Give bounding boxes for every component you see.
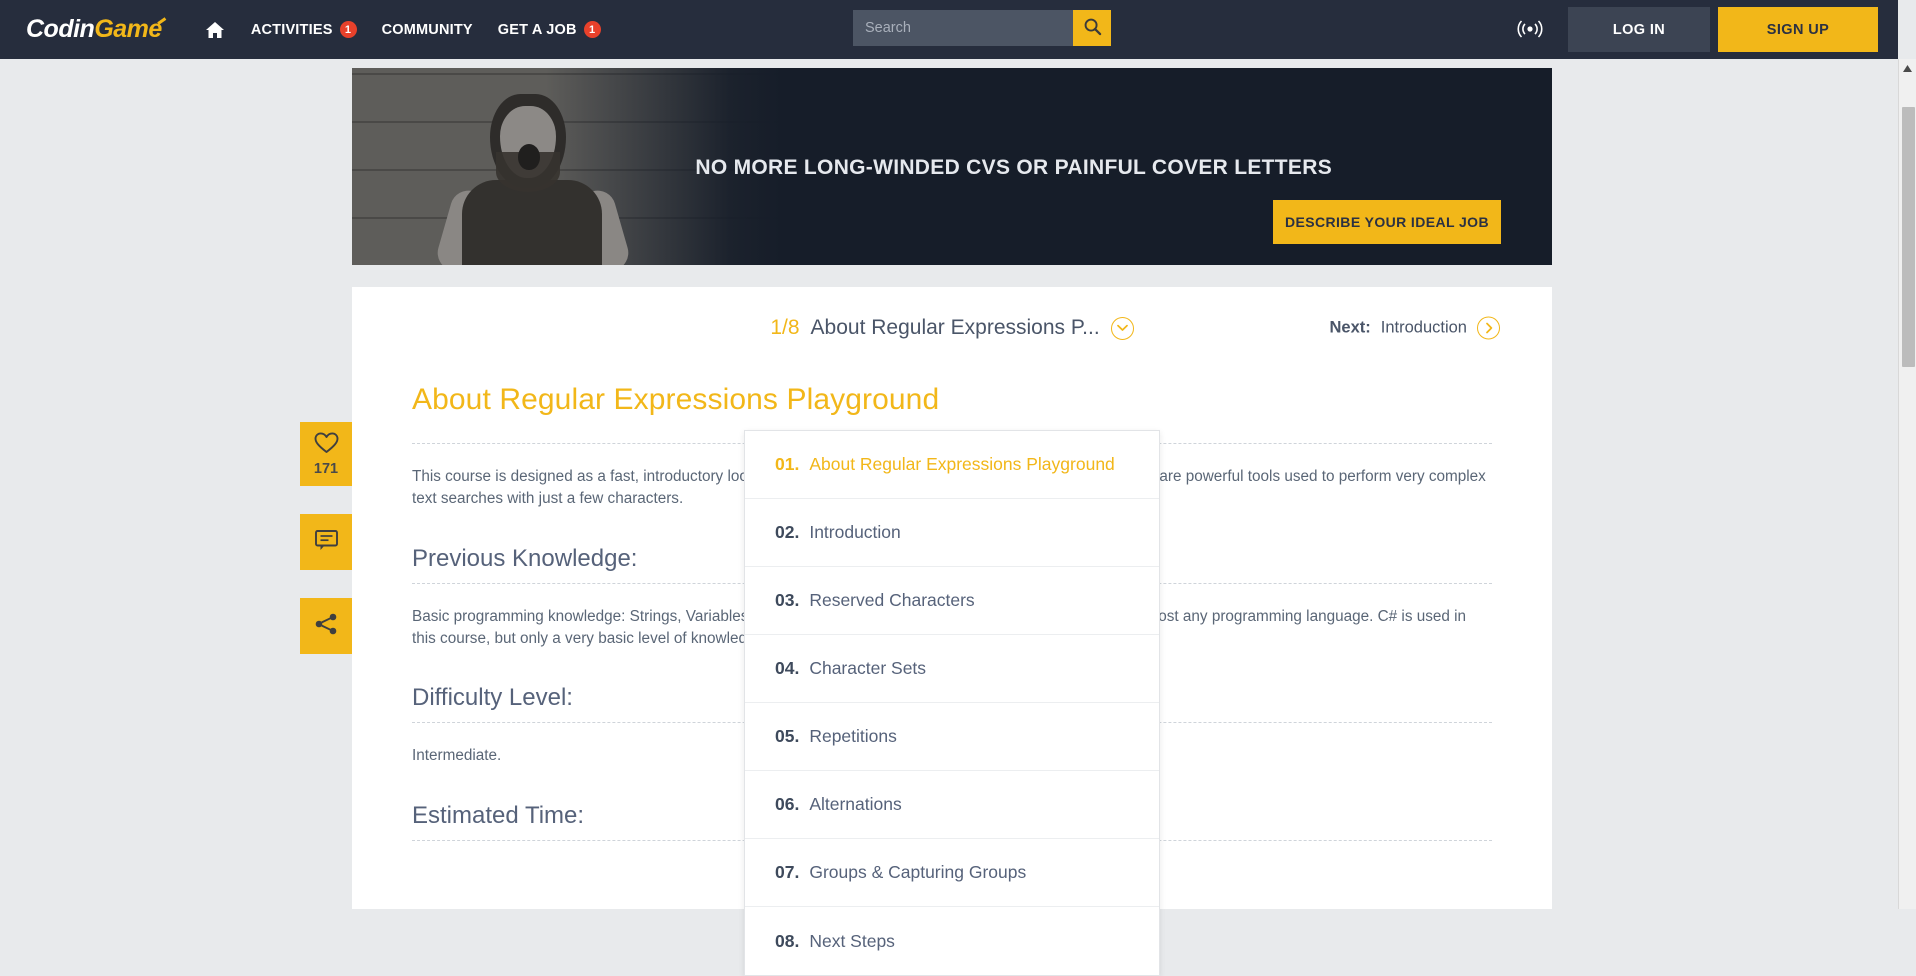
nav-item-activities[interactable]: ACTIVITIES 1 bbox=[251, 21, 357, 38]
lesson-item-02[interactable]: 02. Introduction bbox=[745, 499, 1159, 567]
lesson-list-dropdown: 01. About Regular Expressions Playground… bbox=[744, 430, 1160, 976]
banner-person-illustration bbox=[433, 94, 633, 265]
search-icon bbox=[1083, 17, 1102, 39]
sign-up-button[interactable]: SIGN UP bbox=[1718, 7, 1878, 52]
lesson-number-02: 02. bbox=[775, 522, 800, 542]
course-progress-indicator: 1/8 bbox=[770, 316, 800, 339]
page-scrollbar[interactable] bbox=[1898, 59, 1916, 909]
lesson-item-05[interactable]: 05. Repetitions bbox=[745, 703, 1159, 771]
lesson-label-01: About Regular Expressions Playground bbox=[809, 454, 1115, 474]
lesson-number-03: 03. bbox=[775, 590, 800, 610]
logo-text-game: Game bbox=[94, 15, 162, 43]
lesson-label-02: Introduction bbox=[809, 522, 901, 542]
codingame-logo[interactable]: CodinGame bbox=[26, 15, 170, 44]
lesson-item-07[interactable]: 07. Groups & Capturing Groups bbox=[745, 839, 1159, 907]
broadcast-icon[interactable] bbox=[1512, 16, 1548, 42]
lesson-label-03: Reserved Characters bbox=[809, 590, 975, 610]
nav-label-get-a-job: GET A JOB bbox=[497, 21, 577, 38]
lesson-label-06: Alternations bbox=[809, 794, 902, 814]
nav-item-get-a-job[interactable]: GET A JOB 1 bbox=[498, 21, 601, 38]
scroll-up-arrow-icon[interactable] bbox=[1899, 59, 1916, 77]
heart-icon bbox=[314, 431, 339, 459]
course-navigation-bar: 1/8 About Regular Expressions P... Next:… bbox=[352, 287, 1552, 369]
lesson-item-03[interactable]: 03. Reserved Characters bbox=[745, 567, 1159, 635]
lesson-label-05: Repetitions bbox=[809, 726, 897, 746]
chevron-right-icon[interactable] bbox=[1477, 316, 1500, 340]
get-a-job-badge: 1 bbox=[583, 21, 601, 38]
nav-label-activities: ACTIVITIES bbox=[250, 21, 333, 38]
social-action-rail: 171 bbox=[300, 422, 352, 682]
logo-text-codin: Codin bbox=[26, 15, 95, 43]
activities-badge: 1 bbox=[339, 21, 357, 38]
like-button[interactable]: 171 bbox=[300, 422, 352, 486]
nav-label-community: COMMUNITY bbox=[381, 21, 473, 38]
figure-mouth bbox=[518, 144, 540, 170]
chevron-down-icon[interactable] bbox=[1110, 316, 1134, 340]
share-icon bbox=[314, 612, 339, 641]
course-title-group[interactable]: 1/8 About Regular Expressions P... bbox=[770, 316, 1134, 340]
banner-headline: NO MORE LONG-WINDED CVS OR PAINFUL COVER… bbox=[695, 156, 1332, 179]
scrollbar-thumb[interactable] bbox=[1902, 107, 1915, 367]
next-lesson-title: Introduction bbox=[1380, 318, 1467, 337]
lesson-label-08: Next Steps bbox=[809, 930, 895, 951]
lesson-number-04: 04. bbox=[775, 658, 800, 678]
lesson-number-06: 06. bbox=[775, 794, 800, 814]
log-in-button[interactable]: LOG IN bbox=[1568, 7, 1710, 52]
lesson-label-07: Groups & Capturing Groups bbox=[809, 862, 1027, 882]
lesson-item-06[interactable]: 06. Alternations bbox=[745, 771, 1159, 839]
top-navigation-bar: CodinGame ACTIVITIES 1 COMMUNITY GET A J… bbox=[0, 0, 1898, 59]
search-input[interactable] bbox=[853, 10, 1073, 46]
promo-banner[interactable]: NO MORE LONG-WINDED CVS OR PAINFUL COVER… bbox=[352, 68, 1552, 265]
search-container bbox=[853, 10, 1111, 46]
figure-body bbox=[462, 180, 602, 265]
nav-item-community[interactable]: COMMUNITY bbox=[382, 22, 473, 38]
comment-icon bbox=[314, 528, 339, 557]
share-button[interactable] bbox=[300, 598, 352, 654]
lesson-item-01[interactable]: 01. About Regular Expressions Playground bbox=[745, 431, 1159, 499]
comment-button[interactable] bbox=[300, 514, 352, 570]
lesson-number-01: 01. bbox=[775, 454, 800, 474]
page-content: NO MORE LONG-WINDED CVS OR PAINFUL COVER… bbox=[0, 59, 1898, 976]
like-count: 171 bbox=[313, 460, 339, 477]
lesson-number-05: 05. bbox=[775, 726, 800, 746]
search-button[interactable] bbox=[1073, 10, 1111, 46]
describe-ideal-job-button[interactable]: DESCRIBE YOUR IDEAL JOB bbox=[1273, 200, 1501, 244]
lesson-item-04[interactable]: 04. Character Sets bbox=[745, 635, 1159, 703]
next-label: Next: bbox=[1329, 318, 1371, 337]
home-icon[interactable] bbox=[204, 19, 226, 41]
lesson-label-04: Character Sets bbox=[809, 658, 927, 678]
next-lesson-link[interactable]: Next: Introduction bbox=[1329, 316, 1500, 340]
lesson-number-08: 08. bbox=[775, 930, 800, 951]
course-current-lesson-title: About Regular Expressions P... bbox=[810, 316, 1100, 339]
lesson-item-08[interactable]: 08. Next Steps bbox=[745, 907, 1159, 975]
lesson-number-07: 07. bbox=[775, 862, 800, 882]
